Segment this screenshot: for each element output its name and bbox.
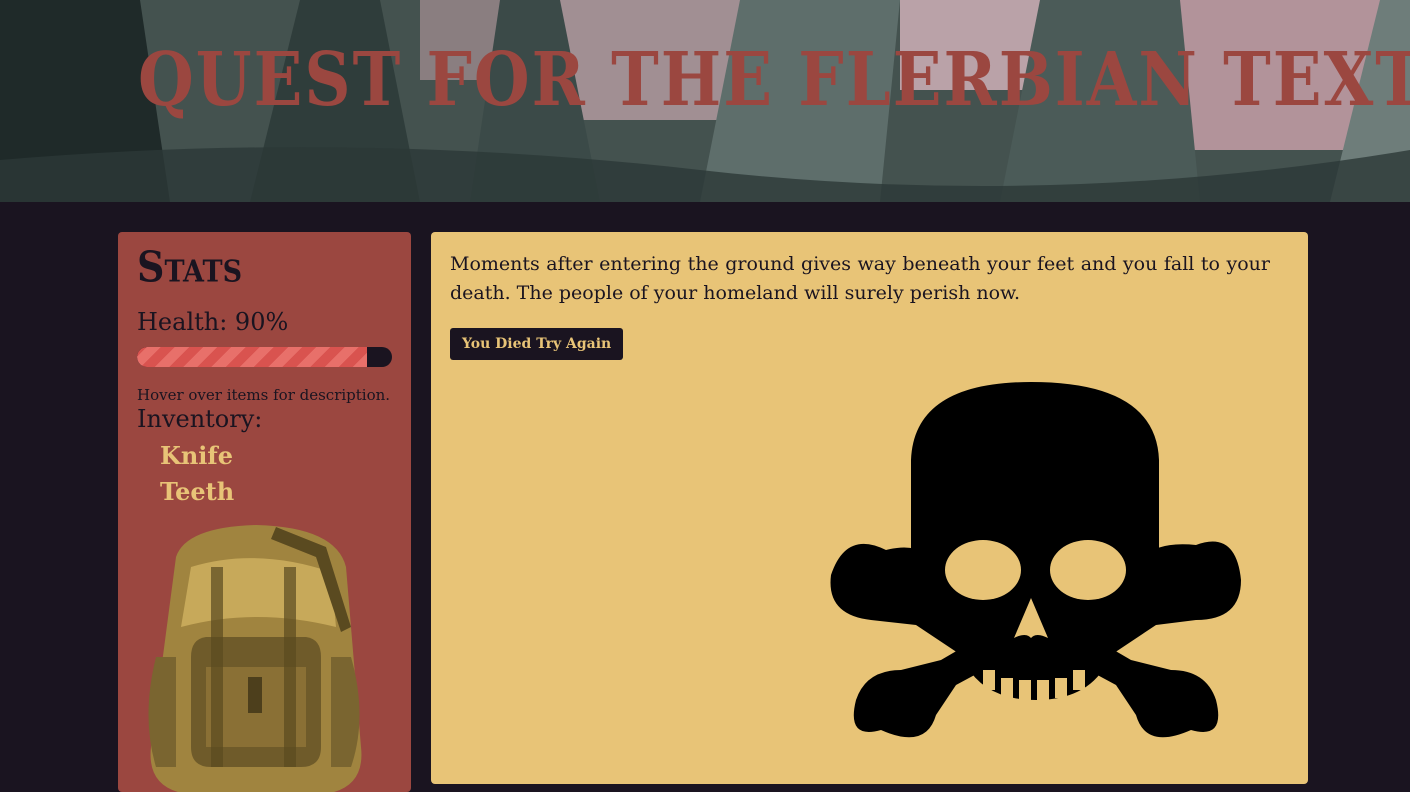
health-label: Health: 90% (137, 308, 289, 336)
health-bar (137, 347, 392, 367)
story-panel: Moments after entering the ground gives … (431, 232, 1308, 784)
page-title: Quest for the Flerbian Texts (138, 37, 1410, 124)
health-bar-fill (137, 347, 367, 367)
inventory-item-knife[interactable]: Knife (160, 438, 234, 474)
inventory-item-teeth[interactable]: Teeth (160, 474, 234, 510)
skull-crossbones-icon (830, 382, 1241, 738)
header-banner: Quest for the Flerbian Texts (0, 0, 1410, 202)
inventory-hint: Hover over items for description. (137, 386, 391, 404)
inventory-list: Knife Teeth (160, 438, 234, 510)
stats-panel: Stats Health: 90% Hover over items for d… (118, 232, 411, 792)
story-text: Moments after entering the ground gives … (450, 253, 1270, 304)
inventory-title: Inventory: (137, 405, 263, 433)
stats-heading: Stats (137, 242, 243, 292)
backpack-icon (148, 525, 362, 792)
try-again-button[interactable]: You Died Try Again (450, 328, 624, 360)
